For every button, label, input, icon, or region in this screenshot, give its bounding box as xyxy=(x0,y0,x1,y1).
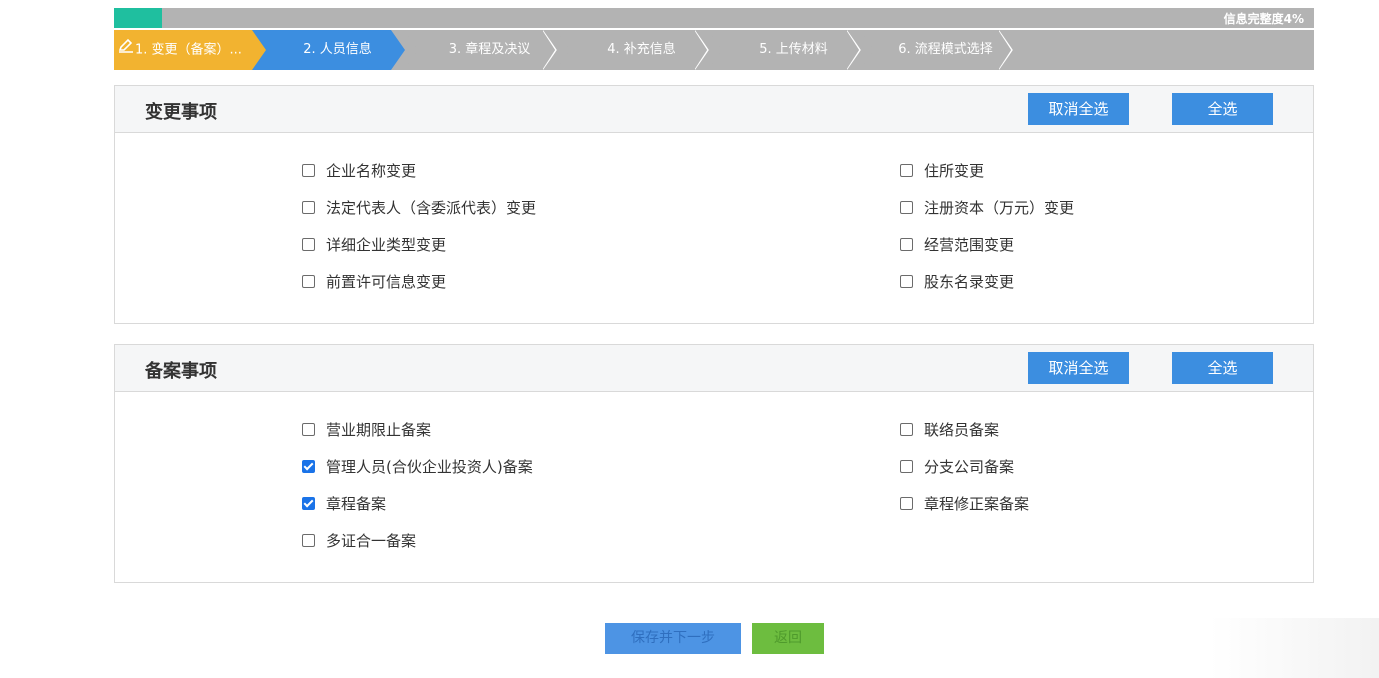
select-all-button[interactable]: 全选 xyxy=(1172,352,1273,384)
checkbox[interactable] xyxy=(302,201,315,214)
filing-items-panel: 备案事项 取消全选 全选 营业期限止备案 联络员备案 管理人员(合伙企业投资人)… xyxy=(114,344,1314,583)
checkbox-item[interactable]: 分支公司备案 xyxy=(900,457,1014,477)
checkbox-label: 营业期限止备案 xyxy=(326,421,432,439)
checkbox-item[interactable]: 住所变更 xyxy=(900,161,984,181)
save-and-next-button[interactable]: 保存并下一步 xyxy=(605,623,741,654)
checkbox[interactable] xyxy=(900,423,913,436)
step-change-filing[interactable]: 1. 变更（备案）... xyxy=(114,30,267,70)
cancel-all-button[interactable]: 取消全选 xyxy=(1028,93,1129,125)
cancel-all-button[interactable]: 取消全选 xyxy=(1028,352,1129,384)
checkbox-item[interactable]: 企业名称变更 xyxy=(302,161,416,181)
checkbox[interactable] xyxy=(302,534,315,547)
checkbox-label: 章程备案 xyxy=(326,495,387,513)
panel-header: 变更事项 取消全选 全选 xyxy=(115,86,1313,133)
step-label: 5. 上传材料 xyxy=(759,42,828,57)
checkbox[interactable] xyxy=(302,275,315,288)
step-label: 1. 变更（备案）... xyxy=(135,42,242,58)
select-all-button[interactable]: 全选 xyxy=(1172,93,1273,125)
checkbox-label: 联络员备案 xyxy=(924,421,1000,439)
checkbox[interactable] xyxy=(302,164,315,177)
checkbox-item[interactable]: 注册资本（万元）变更 xyxy=(900,198,1074,218)
step-articles-resolutions[interactable]: 3. 章程及决议 xyxy=(404,30,557,70)
checkbox-item[interactable]: 联络员备案 xyxy=(900,420,999,440)
checkbox-label: 法定代表人（含委派代表）变更 xyxy=(326,199,537,217)
step-chevron xyxy=(847,30,861,70)
checkbox-label: 注册资本（万元）变更 xyxy=(924,199,1075,217)
step-process-mode[interactable]: 6. 流程模式选择 xyxy=(860,30,1013,70)
change-items-panel: 变更事项 取消全选 全选 企业名称变更 住所变更 法定代表人（含委派代表）变更 … xyxy=(114,85,1314,324)
panel-header: 备案事项 取消全选 全选 xyxy=(115,345,1313,392)
checkbox-label: 分支公司备案 xyxy=(924,458,1015,476)
step-label: 6. 流程模式选择 xyxy=(898,42,993,57)
checkbox[interactable] xyxy=(900,238,913,251)
step-navigation: 1. 变更（备案）... 2. 人员信息 3. 章程及决议 4. 补充信息 5.… xyxy=(114,30,1314,70)
completeness-label: 信息完整度4% xyxy=(1223,12,1304,26)
checkbox-item[interactable]: 管理人员(合伙企业投资人)备案 xyxy=(302,457,533,477)
checkbox-label: 股东名录变更 xyxy=(924,273,1015,291)
checkbox-item[interactable]: 详细企业类型变更 xyxy=(302,235,446,255)
step-chevron xyxy=(695,30,709,70)
step-upload-materials[interactable]: 5. 上传材料 xyxy=(708,30,861,70)
step-supplementary-info[interactable]: 4. 补充信息 xyxy=(556,30,709,70)
checkbox-item[interactable]: 法定代表人（含委派代表）变更 xyxy=(302,198,536,218)
checkbox-label: 前置许可信息变更 xyxy=(326,273,447,291)
checkbox[interactable] xyxy=(900,460,913,473)
checkbox-label: 管理人员(合伙企业投资人)备案 xyxy=(326,458,533,476)
step-personnel-info[interactable]: 2. 人员信息 xyxy=(252,30,405,70)
checkbox[interactable] xyxy=(302,423,315,436)
checkbox[interactable] xyxy=(302,460,315,473)
step-chevron xyxy=(999,30,1013,70)
checkbox[interactable] xyxy=(302,238,315,251)
checkbox-item[interactable]: 多证合一备案 xyxy=(302,531,416,551)
checkbox-item[interactable]: 章程修正案备案 xyxy=(900,494,1029,514)
step-label: 2. 人员信息 xyxy=(303,42,372,57)
checkbox-label: 经营范围变更 xyxy=(924,236,1015,254)
checkbox-label: 章程修正案备案 xyxy=(924,495,1030,513)
step-label: 4. 补充信息 xyxy=(607,42,676,57)
checkbox[interactable] xyxy=(900,497,913,510)
checkbox-item[interactable]: 经营范围变更 xyxy=(900,235,1014,255)
checkbox-item[interactable]: 章程备案 xyxy=(302,494,386,514)
completeness-progress-bar: 信息完整度4% xyxy=(114,8,1314,28)
corner-fade xyxy=(1209,618,1379,678)
checkbox[interactable] xyxy=(302,497,315,510)
step-label: 3. 章程及决议 xyxy=(448,42,531,57)
checkbox-item[interactable]: 股东名录变更 xyxy=(900,272,1014,292)
checkbox[interactable] xyxy=(900,201,913,214)
panel-title: 变更事项 xyxy=(145,102,217,123)
checkbox[interactable] xyxy=(900,275,913,288)
checkbox-item[interactable]: 营业期限止备案 xyxy=(302,420,431,440)
checkbox-label: 多证合一备案 xyxy=(326,532,417,550)
checkbox[interactable] xyxy=(900,164,913,177)
checkbox-item[interactable]: 前置许可信息变更 xyxy=(302,272,446,292)
step-chevron xyxy=(543,30,557,70)
checkbox-label: 详细企业类型变更 xyxy=(326,236,447,254)
panel-title: 备案事项 xyxy=(145,361,217,382)
back-button[interactable]: 返回 xyxy=(752,623,824,654)
progress-fill xyxy=(114,8,162,28)
checkbox-label: 企业名称变更 xyxy=(326,162,417,180)
checkbox-label: 住所变更 xyxy=(924,162,985,180)
pencil-icon xyxy=(118,30,134,70)
